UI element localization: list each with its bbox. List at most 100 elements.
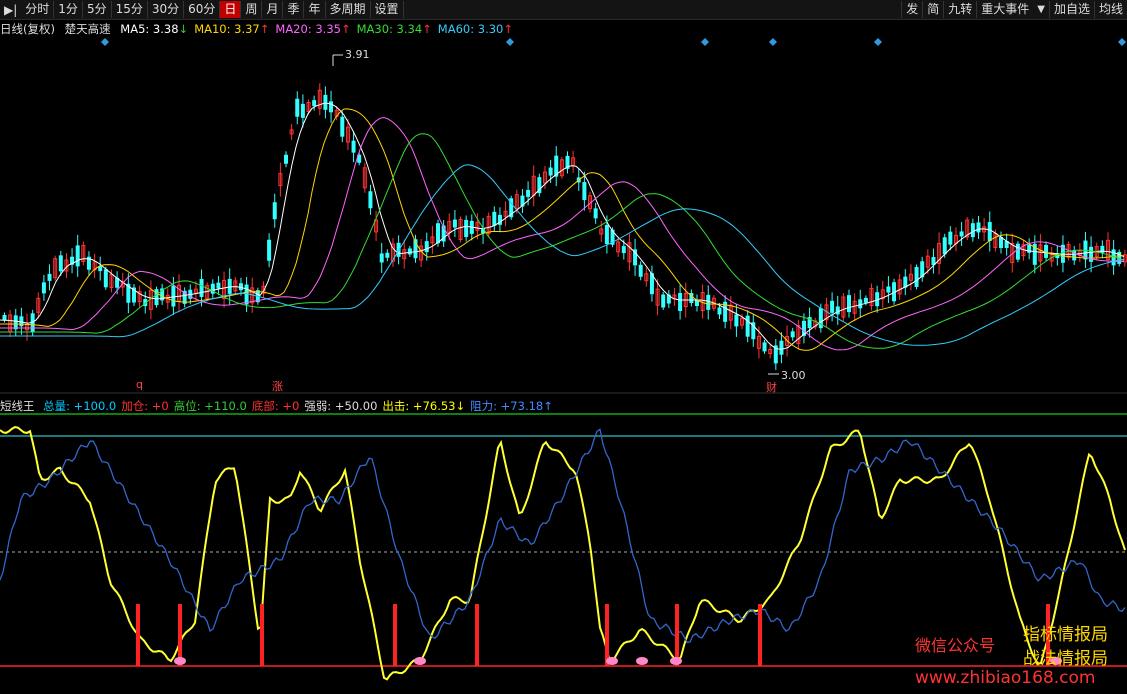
candle-body <box>267 239 272 261</box>
candle-body <box>385 252 390 258</box>
diamond-marker <box>506 38 514 46</box>
buy-signal-bar <box>675 604 679 666</box>
candle-body <box>216 282 221 289</box>
diamond-marker <box>769 38 777 46</box>
buy-signal-bar <box>393 604 397 666</box>
low-price-label: 3.00 <box>781 369 806 382</box>
watermark-line2: 战法情报局 <box>1023 649 1108 669</box>
candle-body <box>706 294 711 310</box>
candle-body <box>103 269 108 288</box>
candle-body <box>694 300 699 306</box>
candle-body <box>863 297 868 303</box>
candle-body <box>340 116 345 137</box>
candle-body <box>745 315 750 337</box>
candle-body <box>931 257 936 266</box>
candle-body <box>638 264 643 277</box>
watermark-line1: 指标情报局 <box>1023 625 1108 645</box>
candle-body <box>987 221 992 241</box>
signal-line-blue <box>0 428 1126 643</box>
heart-marker <box>174 657 186 665</box>
buy-signal-bar <box>475 604 479 666</box>
candle-body <box>1015 243 1020 260</box>
candle-body <box>526 189 531 197</box>
candle-body <box>75 245 80 267</box>
candle-body <box>779 340 784 355</box>
marker-zhang: 涨 <box>272 380 283 393</box>
candle-body <box>424 241 429 253</box>
candle-body <box>942 237 947 255</box>
watermark-wechat: 微信公众号 <box>915 636 996 655</box>
heart-marker <box>606 657 618 665</box>
candle-body <box>999 237 1004 249</box>
candle-body <box>835 306 840 315</box>
candle-body <box>593 208 598 219</box>
candle-body <box>295 98 300 117</box>
candle-body <box>734 314 739 327</box>
candle-body <box>13 315 18 330</box>
buy-signal-bar <box>178 604 182 666</box>
candle-body <box>47 273 52 281</box>
candle-body <box>171 285 176 307</box>
candle-body <box>284 154 288 164</box>
candle-body <box>621 246 626 254</box>
candle-body <box>790 331 795 338</box>
diamond-marker <box>874 38 882 46</box>
high-price-label: 3.91 <box>345 48 370 61</box>
buy-signal-bar <box>260 604 264 666</box>
candle-body <box>582 182 587 201</box>
buy-signal-bar <box>605 604 609 666</box>
marker-cai: 财 <box>766 381 777 394</box>
marker-q: q <box>136 378 143 391</box>
candle-body <box>199 278 204 297</box>
ma-line-4 <box>0 164 1125 346</box>
candle-body <box>678 293 683 311</box>
buy-signal-bar <box>136 604 140 666</box>
candle-body <box>272 202 277 220</box>
candle-body <box>407 248 412 255</box>
watermark-url: www.zhibiao168.com <box>915 668 1096 688</box>
candle-body <box>312 100 317 107</box>
candle-body <box>300 103 305 118</box>
diamond-marker <box>1118 38 1126 46</box>
candle-body <box>976 222 981 233</box>
candle-body <box>464 219 469 237</box>
candle-body <box>717 307 722 315</box>
candle-body <box>436 223 441 244</box>
candle-body <box>452 219 457 228</box>
heart-marker <box>636 657 648 665</box>
candle-body <box>2 315 7 320</box>
heart-marker <box>414 657 426 665</box>
candle-body <box>41 282 46 294</box>
candle-body <box>227 278 232 294</box>
candle-body <box>914 266 919 287</box>
ma-line-1 <box>0 108 1125 351</box>
candle-body <box>847 295 851 313</box>
buy-signal-bar <box>758 604 762 666</box>
candle-body <box>323 94 328 110</box>
candle-body <box>970 223 975 238</box>
candle-body <box>661 294 666 308</box>
candle-body <box>368 191 373 209</box>
candle-body <box>830 300 835 313</box>
heart-marker <box>670 657 682 665</box>
candle-body <box>492 211 497 226</box>
chart-canvas[interactable] <box>0 0 1127 694</box>
candle-body <box>858 299 863 309</box>
diamond-marker <box>701 38 709 46</box>
ma-line-0 <box>0 102 1125 350</box>
diamond-marker <box>101 38 109 46</box>
candle-body <box>351 140 356 153</box>
candle-body <box>886 286 891 293</box>
candle-body <box>98 266 103 272</box>
candle-body <box>548 167 553 176</box>
candle-body <box>948 231 953 245</box>
candle-body <box>244 284 249 305</box>
candle-body <box>115 277 120 288</box>
candle-body <box>903 276 908 288</box>
candle-body <box>238 283 243 291</box>
candle-body <box>58 255 63 272</box>
candle-body <box>329 101 334 113</box>
candle-body <box>762 342 767 352</box>
candle-body <box>604 225 609 245</box>
candle-body <box>379 253 384 263</box>
